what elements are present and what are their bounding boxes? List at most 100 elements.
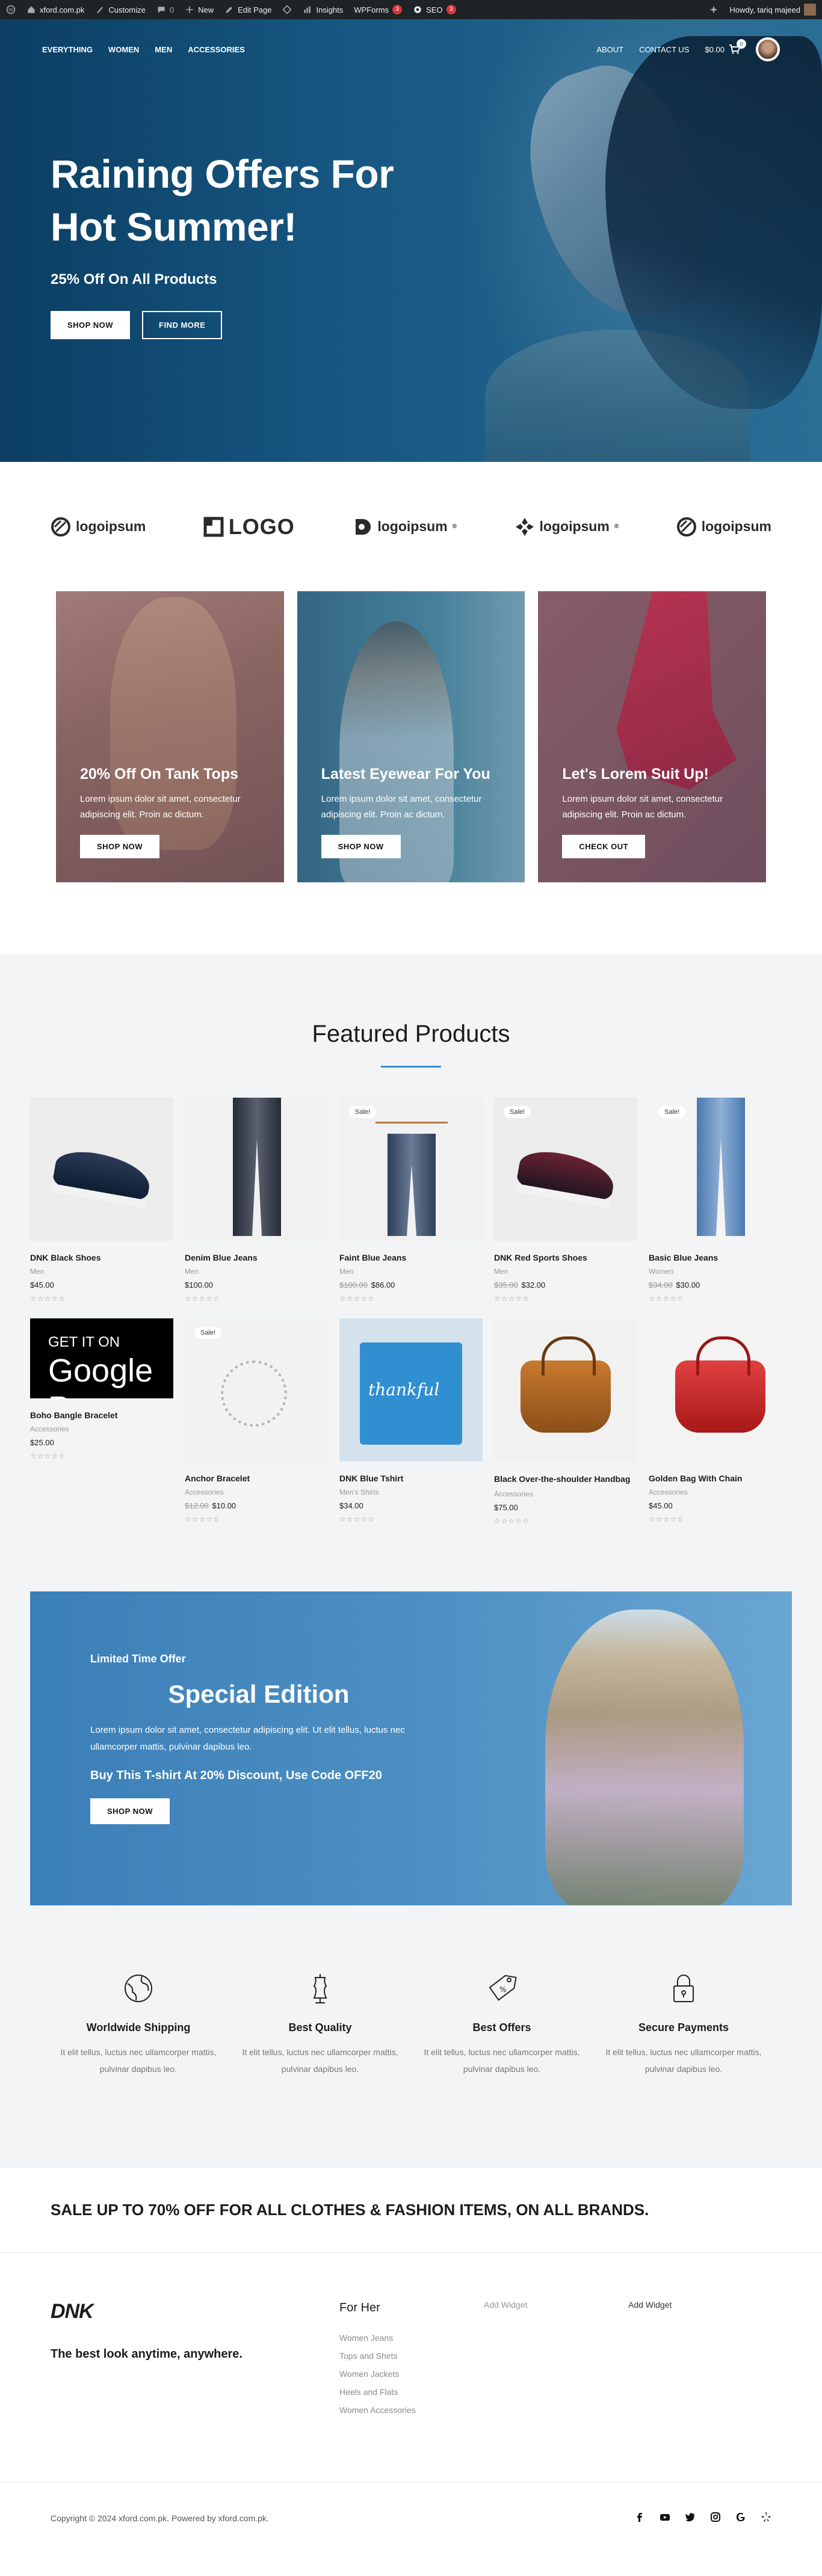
google-icon <box>737 2513 745 2521</box>
user-account-menu[interactable]: Howdy, tariq majeed <box>729 4 816 16</box>
instagram-link[interactable] <box>710 2512 721 2524</box>
insights-label: Insights <box>316 5 344 14</box>
add-widget-label[interactable]: Add Widget <box>484 2300 527 2310</box>
wpforms-link[interactable]: WPForms 3 <box>354 5 403 14</box>
special-shop-now-button[interactable]: SHOP NOW <box>90 1798 170 1824</box>
brand-logo-2-text: LOGO <box>228 514 295 539</box>
svg-text:%: % <box>499 1985 506 1994</box>
sale-badge: Sale! <box>349 1106 377 1118</box>
add-widget-label[interactable]: Add Widget <box>628 2300 672 2310</box>
seo-label: SEO <box>426 5 443 14</box>
product-category: Accessories <box>30 1425 69 1433</box>
product-card[interactable]: DNK Black Shoes Men $45.00 ☆☆☆☆☆ <box>30 1098 173 1303</box>
product-name[interactable]: Boho Bangle Bracelet <box>30 1410 173 1420</box>
product-rating: ☆☆☆☆☆ <box>649 1515 684 1523</box>
footer-link-women-jackets[interactable]: Women Jackets <box>339 2369 399 2379</box>
product-name[interactable]: Basic Blue Jeans <box>649 1253 792 1262</box>
admin-avatar <box>804 4 816 16</box>
product-name[interactable]: Denim Blue Jeans <box>185 1253 328 1262</box>
product-card[interactable]: Sale! Faint Blue Jeans Men $100.00 $86.0… <box>339 1098 483 1303</box>
product-card[interactable]: Sale! DNK Red Sports Shoes Men $35.00 $3… <box>494 1098 637 1303</box>
youtube-link[interactable] <box>660 2512 670 2524</box>
nav-men[interactable]: MEN <box>155 45 172 54</box>
dress-form-icon <box>313 1974 327 2003</box>
yelp-link[interactable] <box>761 2512 771 2524</box>
product-image[interactable]: Sale! <box>339 1098 483 1241</box>
sale-banner-text: SALE UP TO 70% OFF FOR ALL CLOTHES & FAS… <box>51 2201 649 2219</box>
cart-link[interactable]: $0.00 0 <box>705 39 746 54</box>
wp-logo-menu[interactable]: W <box>6 5 16 14</box>
promo-title: Let's Lorem Suit Up! <box>562 766 709 782</box>
product-image[interactable] <box>185 1098 328 1241</box>
nav-women[interactable]: WOMEN <box>108 45 139 54</box>
seo-link[interactable]: SEO 3 <box>413 5 456 14</box>
product-image[interactable] <box>30 1098 173 1241</box>
product-category: Men's Shirts <box>339 1488 379 1496</box>
product-card[interactable]: Sale! Anchor Bracelet Accessories $12.00… <box>185 1318 328 1525</box>
product-category: Men <box>30 1267 45 1276</box>
new-content-link[interactable]: New <box>185 5 214 14</box>
brand-logo-3: logoipsum ® <box>352 517 457 537</box>
sparkle-icon <box>710 5 718 14</box>
brush-icon <box>97 7 104 14</box>
nav-contact[interactable]: CONTACT US <box>639 45 689 54</box>
product-name[interactable]: DNK Blue Tshirt <box>339 1474 483 1483</box>
product-category: Accessories <box>185 1488 224 1496</box>
product-image[interactable] <box>494 1318 637 1462</box>
product-card[interactable]: thankful DNK Blue Tshirt Men's Shirts $3… <box>339 1318 483 1525</box>
howdy-label: Howdy, tariq majeed <box>729 5 800 14</box>
product-image[interactable]: Sale! <box>185 1318 328 1462</box>
product-image[interactable] <box>649 1318 792 1462</box>
product-image[interactable]: Sale! <box>649 1098 792 1241</box>
bar-chart-icon <box>304 6 311 13</box>
product-name[interactable]: DNK Black Shoes <box>30 1253 173 1262</box>
nav-about[interactable]: ABOUT <box>596 45 623 54</box>
sparkle-link[interactable] <box>709 5 718 14</box>
elementor-link[interactable] <box>282 5 292 14</box>
nav-accessories[interactable]: ACCESSORIES <box>188 45 245 54</box>
product-name[interactable]: Anchor Bracelet <box>185 1474 328 1483</box>
insights-link[interactable]: Insights <box>303 5 343 14</box>
promo-shop-now-button[interactable]: SHOP NOW <box>80 835 159 858</box>
product-price: $12.00 $10.00 <box>185 1501 236 1510</box>
product-card[interactable]: GET IT ON Google P Boho Bangle Bracelet … <box>30 1318 173 1525</box>
facebook-link[interactable] <box>634 2512 645 2524</box>
feature-title: Best Offers <box>472 2021 531 2033</box>
footer-widget-2: Add Widget <box>628 2300 672 2482</box>
product-card[interactable]: Golden Bag With Chain Accessories $45.00… <box>649 1318 792 1525</box>
google-link[interactable] <box>735 2512 746 2524</box>
footer-link-women-accessories[interactable]: Women Accessories <box>339 2405 416 2415</box>
padlock-icon <box>673 1975 694 2002</box>
hero-shop-now-button[interactable]: SHOP NOW <box>51 311 130 339</box>
hero-find-more-button[interactable]: FIND MORE <box>142 311 223 339</box>
hero-title-line1: Raining Offers For <box>51 152 394 196</box>
promo-shop-now-button[interactable]: SHOP NOW <box>321 835 401 858</box>
promo-check-out-button[interactable]: CHECK OUT <box>562 835 646 858</box>
product-rating: ☆☆☆☆☆ <box>30 1452 66 1460</box>
footer-link-tops-shirts[interactable]: Tops and Shirts <box>339 2351 398 2361</box>
footer-link-heels-flats[interactable]: Heels and Flats <box>339 2387 398 2397</box>
brand-logo-5-text: logoipsum <box>701 518 771 534</box>
footer-link-women-jeans[interactable]: Women Jeans <box>339 2333 393 2343</box>
feature-description: It elit tellus, luctus nec ullamcorper m… <box>424 2047 580 2074</box>
product-image[interactable]: Sale! <box>494 1098 637 1241</box>
product-name[interactable]: Black Over-the-shoulder Handbag <box>494 1474 637 1485</box>
product-image[interactable]: GET IT ON Google P <box>30 1318 173 1398</box>
customize-link[interactable]: Customize <box>95 5 146 14</box>
product-card[interactable]: Denim Blue Jeans Men $100.00 ☆☆☆☆☆ <box>185 1098 328 1303</box>
user-avatar[interactable] <box>756 37 780 61</box>
nav-everything[interactable]: EVERYTHING <box>42 45 93 54</box>
product-name[interactable]: Golden Bag With Chain <box>649 1474 792 1483</box>
comments-link[interactable]: 0 <box>156 5 174 14</box>
product-card[interactable]: Black Over-the-shoulder Handbag Accessor… <box>494 1318 637 1525</box>
product-card[interactable]: Sale! Basic Blue Jeans Women $34.00 $30.… <box>649 1098 792 1303</box>
old-price: $35.00 <box>494 1280 518 1290</box>
product-image[interactable]: thankful <box>339 1318 483 1462</box>
product-name[interactable]: Faint Blue Jeans <box>339 1253 483 1262</box>
footer-logo[interactable]: DNK <box>51 2300 339 2323</box>
edit-page-label: Edit Page <box>238 5 272 14</box>
site-name-link[interactable]: xford.com.pk <box>26 5 84 14</box>
edit-page-link[interactable]: Edit Page <box>224 5 271 14</box>
twitter-link[interactable] <box>685 2512 696 2524</box>
product-name[interactable]: DNK Red Sports Shoes <box>494 1253 637 1262</box>
